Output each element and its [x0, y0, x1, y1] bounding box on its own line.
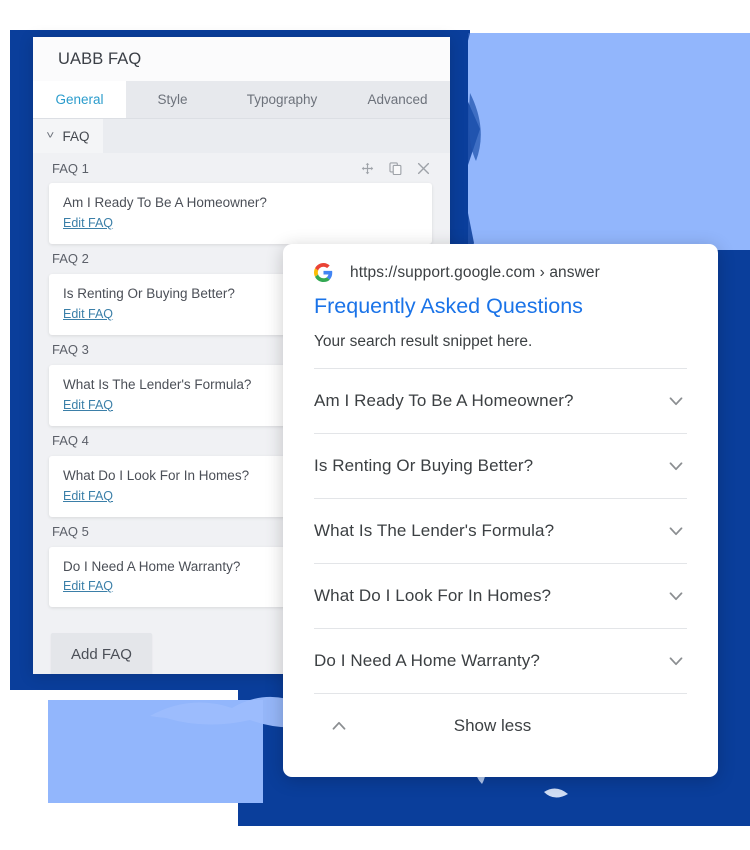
google-g-icon: [314, 263, 333, 282]
section-tab-label: FAQ: [62, 128, 90, 144]
edit-faq-link[interactable]: Edit FAQ: [63, 398, 113, 412]
faq-row-name: FAQ 1: [52, 160, 89, 176]
accordion-question-text: Is Renting Or Buying Better?: [314, 455, 534, 475]
chevron-down-icon: [669, 592, 683, 600]
tab-general-label: General: [55, 92, 104, 107]
list-item: FAQ 1 Am I Ready To Be A Homeowner? Edit…: [33, 153, 450, 244]
accordion-row[interactable]: What Is The Lender's Formula?: [314, 497, 687, 563]
accordion-row[interactable]: Do I Need A Home Warranty?: [314, 627, 687, 693]
accordion-question-text: What Is The Lender's Formula?: [314, 520, 555, 540]
settings-tab-bar: General Style Typography Advanced: [33, 81, 450, 119]
result-url-row: https://support.google.com › answer: [314, 244, 687, 282]
tab-style-label: Style: [157, 92, 188, 107]
show-less-label: Show less: [453, 715, 532, 735]
result-snippet-text: Your search result snippet here.: [314, 332, 533, 350]
screenshot-stage: UABB FAQ General Style Typography Advanc…: [0, 0, 750, 850]
result-title-link[interactable]: Frequently Asked Questions: [314, 294, 687, 320]
duplicate-icon[interactable]: [389, 161, 402, 175]
edit-faq-link[interactable]: Edit FAQ: [63, 579, 113, 593]
accordion-question-text: What Do I Look For In Homes?: [314, 585, 552, 605]
chevron-up-icon: [332, 721, 346, 730]
tab-typography[interactable]: Typography: [219, 81, 345, 118]
accordion-row[interactable]: What Do I Look For In Homes?: [314, 562, 687, 628]
page-title: UABB FAQ: [58, 49, 142, 68]
accordion-question-text: Do I Need A Home Warranty?: [314, 650, 540, 670]
tab-advanced-label: Advanced: [367, 92, 428, 107]
accordion-row[interactable]: Am I Ready To Be A Homeowner?: [314, 367, 687, 433]
faq-row-tools: [361, 161, 430, 175]
edit-faq-link[interactable]: Edit FAQ: [63, 216, 113, 230]
edit-faq-link[interactable]: Edit FAQ: [63, 307, 113, 321]
faq-row-header: FAQ 1: [33, 153, 450, 183]
chevron-down-icon: [669, 657, 683, 665]
accordion-row[interactable]: Is Renting Or Buying Better?: [314, 432, 687, 498]
tab-typography-label: Typography: [246, 92, 318, 107]
accordion-question-text: Am I Ready To Be A Homeowner?: [314, 390, 574, 410]
chevron-down-icon: [669, 462, 683, 470]
chevron-down-icon: [669, 397, 683, 405]
section-bar: ˅ FAQ: [33, 119, 450, 153]
add-faq-button[interactable]: Add FAQ: [51, 633, 152, 674]
panel-header: UABB FAQ: [33, 37, 450, 81]
edit-faq-link[interactable]: Edit FAQ: [63, 489, 113, 503]
tab-style[interactable]: Style: [126, 81, 219, 118]
tab-advanced[interactable]: Advanced: [345, 81, 450, 118]
close-icon[interactable]: [417, 162, 430, 175]
result-url-text: https://support.google.com › answer: [350, 263, 600, 281]
faq-question-text: Am I Ready To Be A Homeowner?: [63, 195, 267, 210]
move-icon[interactable]: [361, 162, 374, 175]
faq-card: Am I Ready To Be A Homeowner? Edit FAQ: [49, 183, 432, 244]
background-rect-light-bottom: [48, 700, 263, 803]
google-search-result-card: https://support.google.com › answer Freq…: [283, 244, 718, 777]
tab-general[interactable]: General: [33, 81, 126, 118]
chevron-down-icon: ˅: [46, 129, 55, 142]
show-less-button[interactable]: Show less: [314, 692, 687, 758]
faq-accordion: Am I Ready To Be A Homeowner? Is Renting…: [314, 367, 687, 758]
section-tab-faq[interactable]: ˅ FAQ: [33, 119, 104, 153]
chevron-down-icon: [669, 527, 683, 535]
